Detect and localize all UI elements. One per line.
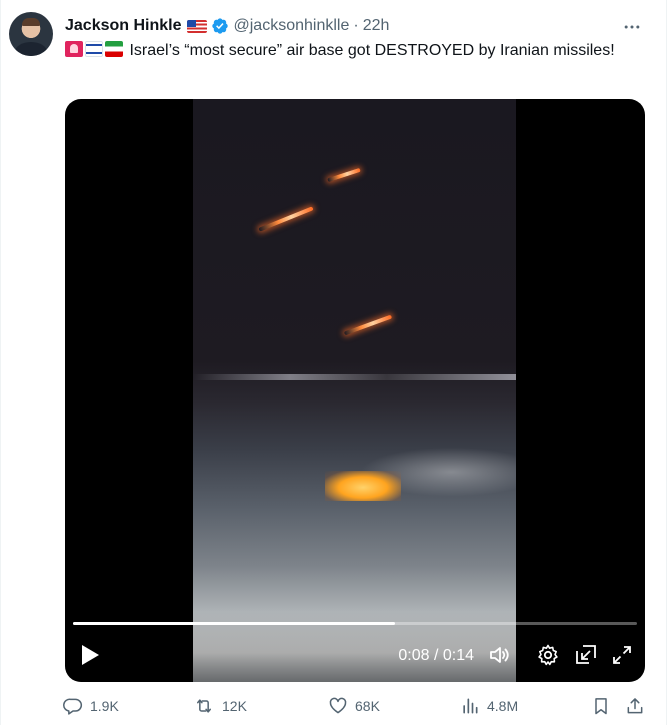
iran-flag-icon — [105, 41, 123, 57]
video-player[interactable]: 0:08 / 0:14 — [65, 99, 645, 682]
like-button[interactable]: 68K — [328, 692, 380, 720]
minimize-icon — [576, 645, 596, 664]
share-button[interactable] — [625, 692, 645, 720]
missile-streak — [258, 206, 314, 232]
more-icon — [624, 25, 640, 29]
repost-count: 12K — [222, 698, 247, 714]
fullscreen-button[interactable] — [609, 642, 635, 668]
like-count: 68K — [355, 698, 380, 714]
avatar-suit — [15, 42, 47, 56]
views-button[interactable]: 4.8M — [460, 692, 518, 720]
avatar-hair — [22, 18, 40, 26]
verified-badge-icon[interactable] — [211, 17, 229, 35]
tweet-header: Jackson Hinkle @jacksonhinklle · 22h — [65, 15, 646, 37]
share-icon — [627, 698, 643, 714]
siren-icon — [65, 41, 83, 57]
video-frame[interactable] — [193, 99, 516, 682]
picture-in-picture-button[interactable] — [573, 642, 599, 668]
author-name[interactable]: Jackson Hinkle — [65, 17, 182, 35]
video-progress-fill — [73, 622, 396, 625]
fire-glow — [325, 471, 401, 501]
city-lights — [193, 374, 516, 380]
reply-icon — [63, 698, 83, 715]
settings-button[interactable] — [535, 642, 561, 668]
bookmark-button[interactable] — [591, 692, 611, 720]
header-separator: · — [353, 17, 359, 34]
us-flag-icon — [186, 19, 207, 33]
view-count: 4.8M — [487, 698, 519, 714]
volume-icon — [490, 647, 509, 663]
repost-button[interactable]: 12K — [193, 692, 247, 720]
tweet-body: Israel’s “most secure” air base got DEST… — [129, 42, 615, 59]
views-chart-icon — [463, 698, 478, 714]
gear-icon — [538, 644, 558, 666]
bookmark-icon — [595, 698, 607, 715]
reply-count: 1.9K — [90, 698, 119, 714]
volume-button[interactable] — [487, 642, 513, 668]
avatar[interactable] — [9, 12, 53, 56]
video-progress-bar[interactable] — [73, 622, 637, 625]
fullscreen-icon — [613, 646, 631, 664]
repost-icon — [197, 699, 211, 713]
tweet-text: Israel’s “most secure” air base got DEST… — [65, 39, 625, 62]
tweet-card[interactable]: Jackson Hinkle @jacksonhinklle · 22h Isr… — [0, 0, 667, 725]
video-controls: 0:08 / 0:14 — [65, 612, 645, 682]
missile-streak — [343, 314, 393, 336]
more-options-button[interactable] — [618, 13, 646, 41]
israel-flag-icon — [85, 41, 103, 57]
tweet-timestamp[interactable]: 22h — [363, 17, 390, 35]
reply-button[interactable]: 1.9K — [63, 692, 119, 720]
heart-icon — [329, 697, 347, 714]
play-button[interactable] — [77, 642, 103, 668]
tweet-actions: 1.9K 12K 68K 4.8M — [63, 692, 651, 720]
video-time-readout: 0:08 / 0:14 — [398, 647, 474, 664]
missile-streak — [327, 167, 361, 183]
play-icon — [82, 645, 99, 665]
author-handle[interactable]: @jacksonhinklle — [234, 17, 350, 35]
